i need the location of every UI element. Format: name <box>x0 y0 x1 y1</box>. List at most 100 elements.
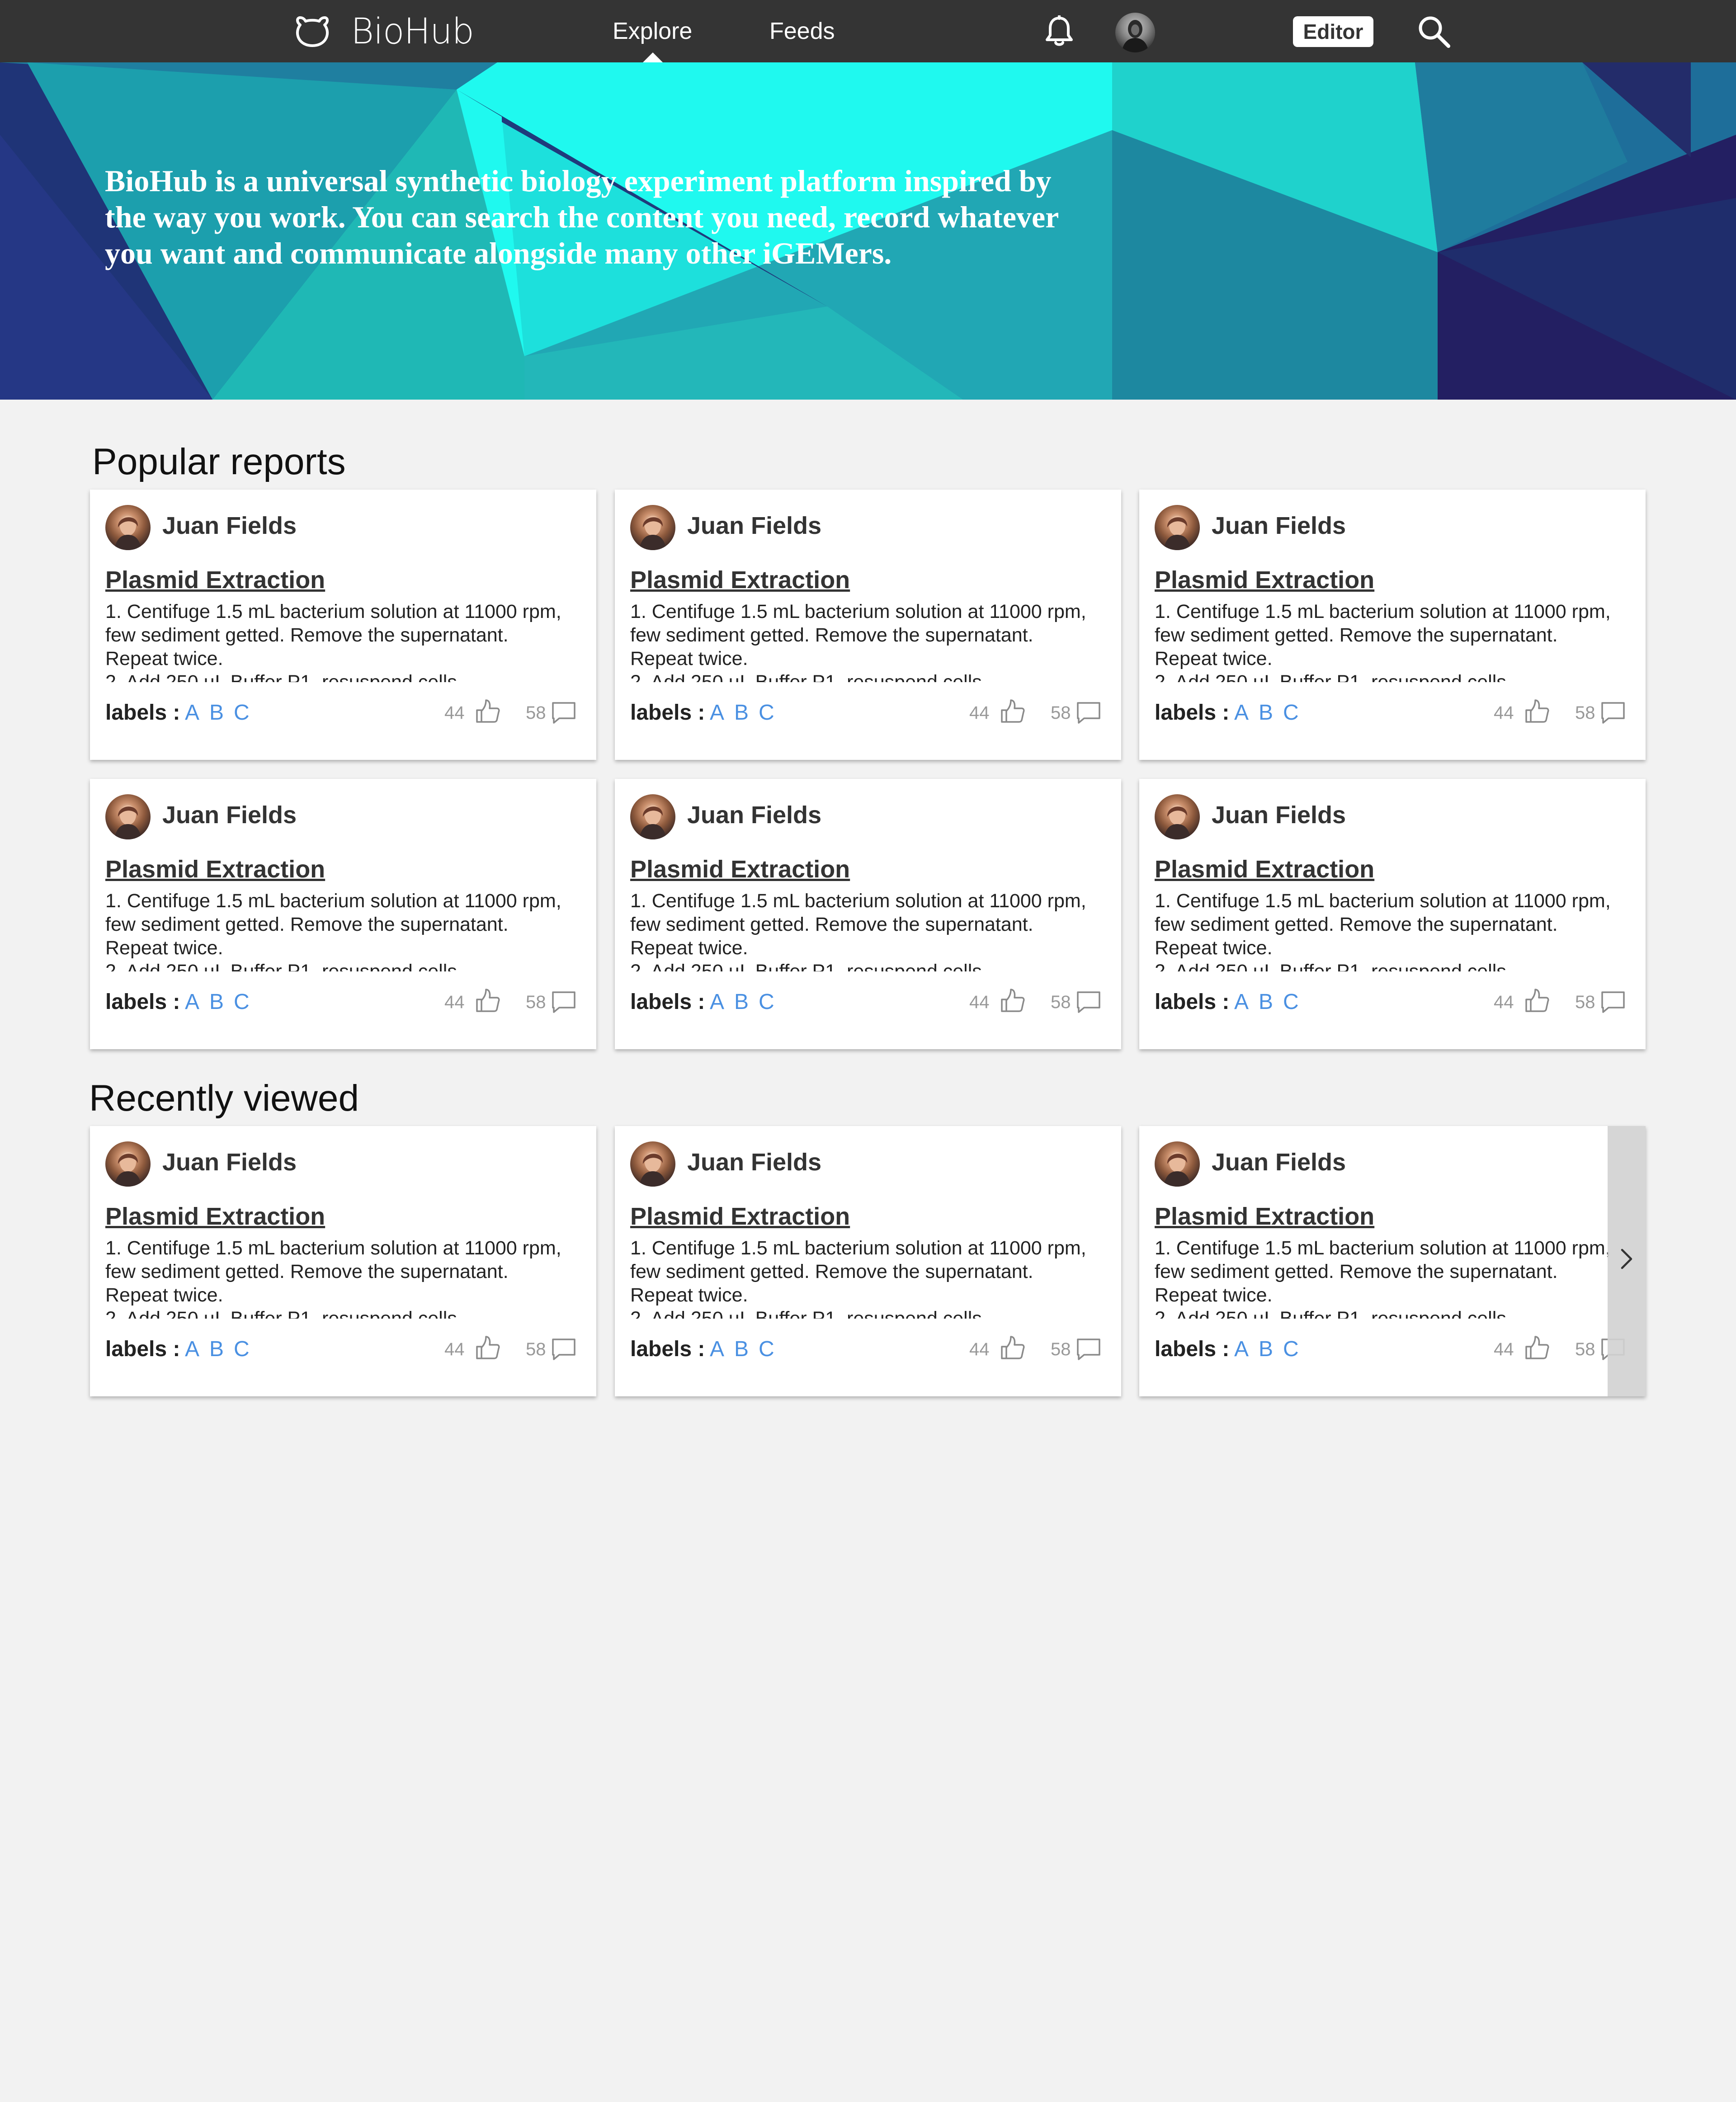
label-tag[interactable]: C <box>234 1336 250 1363</box>
thumbs-up-icon[interactable] <box>1524 698 1550 727</box>
brand-logo[interactable]: BioHub <box>294 11 474 52</box>
label-tag[interactable]: C <box>234 699 250 726</box>
bell-icon[interactable] <box>1044 14 1074 50</box>
author-name[interactable]: Juan Fields <box>162 508 297 544</box>
label-tag[interactable]: C <box>759 1336 774 1363</box>
label-tag[interactable]: A <box>1234 1336 1249 1363</box>
report-card[interactable]: Juan Fields Plasmid Extraction 1. Centif… <box>90 490 596 760</box>
author-avatar[interactable] <box>630 505 675 550</box>
author-name[interactable]: Juan Fields <box>687 508 821 544</box>
report-title-link[interactable]: Plasmid Extraction <box>630 1202 850 1231</box>
thumbs-up-icon[interactable] <box>999 698 1025 727</box>
label-tag[interactable]: B <box>1259 699 1273 726</box>
label-tag[interactable]: A <box>710 1336 724 1363</box>
carousel-next-button[interactable] <box>1608 1126 1646 1396</box>
author-avatar[interactable] <box>105 1141 151 1187</box>
label-tag[interactable]: A <box>1234 989 1249 1016</box>
report-card[interactable]: Juan Fields Plasmid Extraction 1. Centif… <box>1139 779 1646 1049</box>
author-avatar[interactable] <box>1155 505 1200 550</box>
report-title-link[interactable]: Plasmid Extraction <box>1155 566 1374 594</box>
label-tag[interactable]: B <box>209 699 224 726</box>
label-tag[interactable]: B <box>734 989 749 1016</box>
labels-caption: labels : <box>1155 990 1230 1014</box>
label-tag[interactable]: C <box>759 699 774 726</box>
label-tag[interactable]: C <box>1283 1336 1299 1363</box>
author-avatar[interactable] <box>105 794 151 839</box>
author-name[interactable]: Juan Fields <box>1212 508 1346 544</box>
search-icon[interactable] <box>1417 14 1451 51</box>
label-tag[interactable]: A <box>185 699 199 726</box>
label-tag[interactable]: C <box>1283 989 1299 1016</box>
label-tag[interactable]: B <box>1259 989 1273 1016</box>
label-tag[interactable]: A <box>185 1336 199 1363</box>
report-title-link[interactable]: Plasmid Extraction <box>1155 855 1374 884</box>
comment-icon[interactable] <box>1076 701 1101 727</box>
report-card[interactable]: Juan Fields Plasmid Extraction 1. Centif… <box>615 490 1121 760</box>
like-count: 44 <box>1494 703 1514 723</box>
thumbs-up-icon[interactable] <box>1524 1335 1550 1363</box>
report-title-link[interactable]: Plasmid Extraction <box>105 1202 325 1231</box>
comment-icon[interactable] <box>551 990 576 1016</box>
tab-explore[interactable]: Explore <box>613 16 692 46</box>
author-name[interactable]: Juan Fields <box>162 797 297 833</box>
card-footer: labels : A B C 44 58 <box>105 1327 581 1370</box>
labels-caption: labels : <box>630 1337 705 1361</box>
author-name[interactable]: Juan Fields <box>1212 1144 1346 1180</box>
report-card[interactable]: Juan Fields Plasmid Extraction 1. Centif… <box>615 779 1121 1049</box>
label-tag[interactable]: C <box>759 989 774 1016</box>
label-tag[interactable]: C <box>1283 699 1299 726</box>
comment-count: 58 <box>1575 703 1595 723</box>
comment-icon[interactable] <box>551 701 576 727</box>
report-title-link[interactable]: Plasmid Extraction <box>1155 1202 1374 1231</box>
labels-caption: labels : <box>630 701 705 725</box>
thumbs-up-icon[interactable] <box>474 988 500 1016</box>
label-tag[interactable]: A <box>710 699 724 726</box>
author-name[interactable]: Juan Fields <box>162 1144 297 1180</box>
card-footer: labels : A B C 44 58 <box>105 690 581 734</box>
report-card[interactable]: Juan Fields Plasmid Extraction 1. Centif… <box>1139 490 1646 760</box>
thumbs-up-icon[interactable] <box>999 1335 1025 1363</box>
comment-icon[interactable] <box>1076 1338 1101 1363</box>
report-title-link[interactable]: Plasmid Extraction <box>105 566 325 594</box>
recent-card[interactable]: Juan Fields Plasmid Extraction 1. Centif… <box>90 1126 596 1396</box>
comment-icon[interactable] <box>1600 701 1626 727</box>
tab-feeds[interactable]: Feeds <box>769 16 835 46</box>
report-excerpt: 1. Centifuge 1.5 mL bacterium solution a… <box>1155 890 1611 971</box>
thumbs-up-icon[interactable] <box>474 698 500 727</box>
editor-button[interactable]: Editor <box>1293 16 1373 47</box>
author-avatar[interactable] <box>1155 794 1200 839</box>
comment-icon[interactable] <box>1600 990 1626 1016</box>
label-tag[interactable]: A <box>710 989 724 1016</box>
chevron-right-icon <box>1618 1245 1635 1275</box>
author-avatar[interactable] <box>105 505 151 550</box>
recent-card[interactable]: Juan Fields Plasmid Extraction 1. Centif… <box>615 1126 1121 1396</box>
thumbs-up-icon[interactable] <box>999 988 1025 1016</box>
report-title-link[interactable]: Plasmid Extraction <box>630 855 850 884</box>
author-name[interactable]: Juan Fields <box>1212 797 1346 833</box>
label-tag[interactable]: B <box>734 1336 749 1363</box>
thumbs-up-icon[interactable] <box>1524 988 1550 1016</box>
recent-card[interactable]: Juan Fields Plasmid Extraction 1. Centif… <box>1139 1126 1646 1396</box>
user-avatar[interactable] <box>1115 13 1155 52</box>
report-excerpt: 1. Centifuge 1.5 mL bacterium solution a… <box>105 601 561 682</box>
report-title-link[interactable]: Plasmid Extraction <box>630 566 850 594</box>
recently-viewed-title: Recently viewed <box>89 1078 359 1119</box>
label-tag[interactable]: B <box>1259 1336 1273 1363</box>
label-tag[interactable]: A <box>185 989 199 1016</box>
label-tag[interactable]: B <box>209 1336 224 1363</box>
like-count: 44 <box>969 992 990 1012</box>
label-tag[interactable]: A <box>1234 699 1249 726</box>
label-tag[interactable]: C <box>234 989 250 1016</box>
author-name[interactable]: Juan Fields <box>687 1144 821 1180</box>
author-name[interactable]: Juan Fields <box>687 797 821 833</box>
author-avatar[interactable] <box>630 1141 675 1187</box>
comment-icon[interactable] <box>551 1338 576 1363</box>
report-card[interactable]: Juan Fields Plasmid Extraction 1. Centif… <box>90 779 596 1049</box>
author-avatar[interactable] <box>630 794 675 839</box>
report-title-link[interactable]: Plasmid Extraction <box>105 855 325 884</box>
comment-icon[interactable] <box>1076 990 1101 1016</box>
label-tag[interactable]: B <box>734 699 749 726</box>
thumbs-up-icon[interactable] <box>474 1335 500 1363</box>
author-avatar[interactable] <box>1155 1141 1200 1187</box>
label-tag[interactable]: B <box>209 989 224 1016</box>
